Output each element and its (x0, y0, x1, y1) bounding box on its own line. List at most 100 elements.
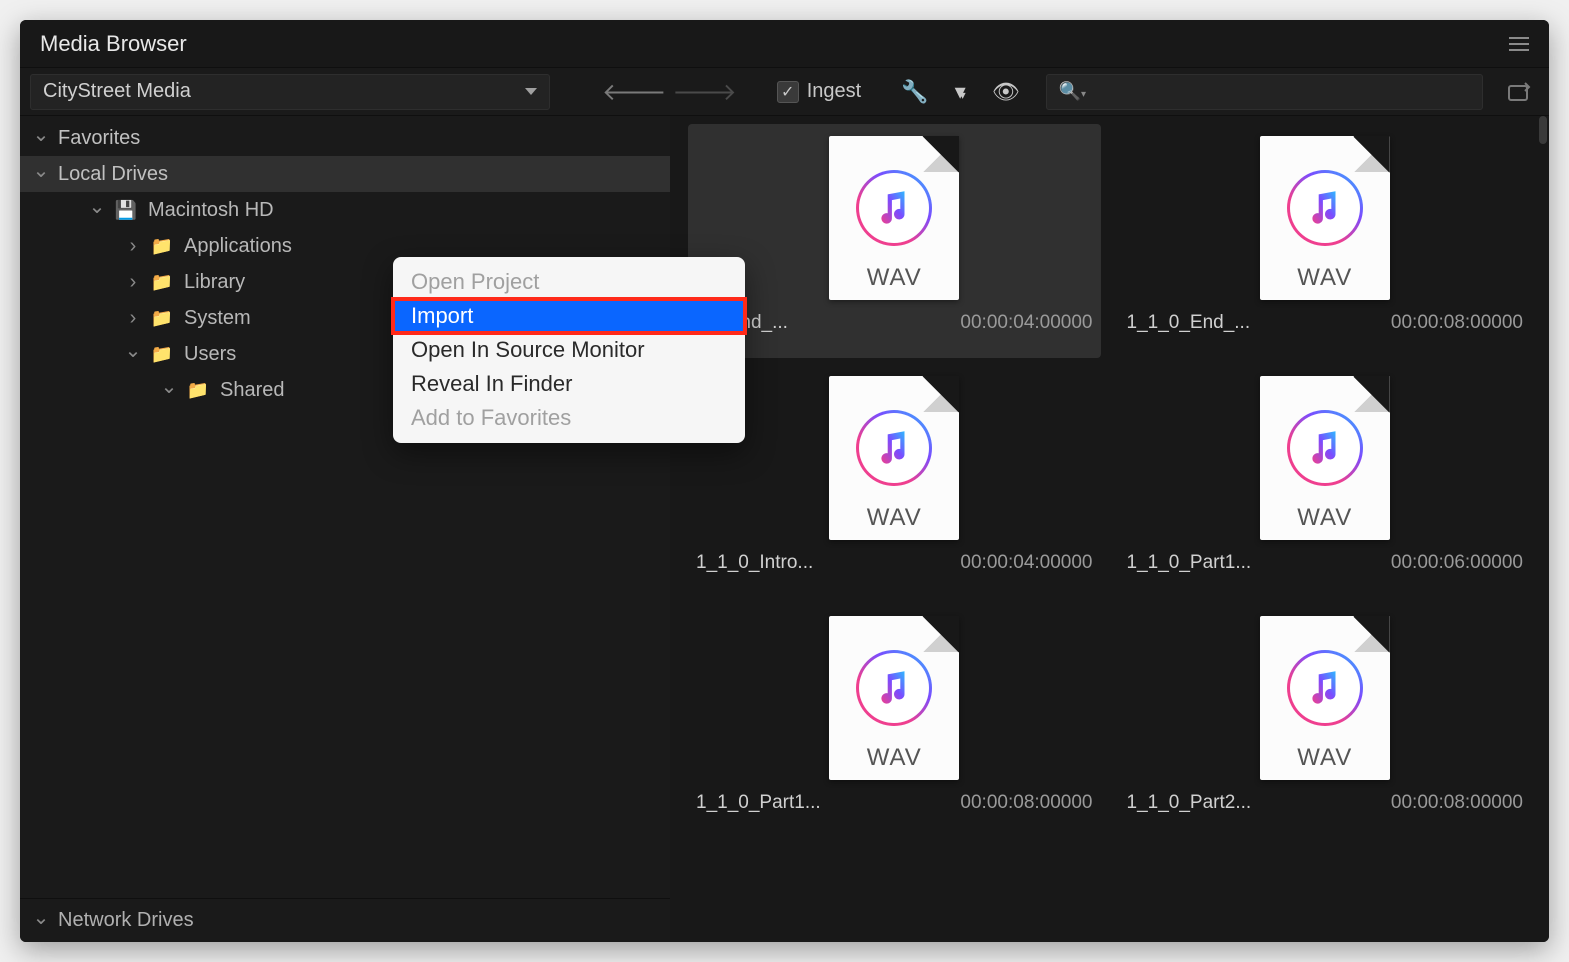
file-duration: 00:00:04:00000 (960, 312, 1092, 334)
file-thumb[interactable]: WAV 1_1_0_Part1... 00:00:06:00000 (1119, 364, 1532, 598)
disclosure-icon[interactable] (162, 380, 176, 400)
ingest-checkbox-icon[interactable]: ✓ (777, 81, 799, 103)
file-name: 1_1_0_Part1... (1127, 552, 1252, 574)
new-bin-icon[interactable] (1505, 79, 1533, 105)
disclosure-icon[interactable] (126, 344, 140, 364)
thumb-meta: 1_1_0_Part1... 00:00:08:00000 (688, 788, 1101, 814)
ctx-open-project: Open Project (393, 265, 745, 299)
music-note-icon (856, 410, 932, 486)
folder-icon: 📁 (150, 344, 174, 364)
titlebar: Media Browser (20, 20, 1549, 68)
thumb-iconbox: WAV (1240, 368, 1410, 548)
file-name: 1_1_0_Part2... (1127, 792, 1252, 814)
folder-icon: 📁 (186, 380, 210, 400)
path-dropdown[interactable]: CityStreet Media (30, 74, 550, 110)
nav-back-icon[interactable]: 🡐 (602, 77, 666, 107)
thumb-meta: 1_1_0_Part1... 00:00:06:00000 (1119, 548, 1532, 574)
file-thumb[interactable]: WAV 1_1_0_End_...00:00:08:00000 (1119, 124, 1532, 358)
thumbnail-grid[interactable]: WAV _0_End_...00:00:04:00000 WAV 1_1_0_End_… (670, 116, 1549, 942)
drive-icon: 💾 (114, 200, 138, 220)
file-duration: 00:00:08:00000 (1391, 792, 1523, 814)
toolbar: CityStreet Media 🡐 🡒 ✓ Ingest 🔧 ▾▾ 👁 🔍▾ (20, 68, 1549, 116)
thumb-iconbox: WAV (809, 128, 979, 308)
disclosure-icon[interactable] (34, 164, 48, 184)
nav-forward-icon[interactable]: 🡒 (672, 77, 736, 107)
ctx-add-to-favorites: Add to Favorites (393, 401, 745, 435)
file-name: 1_1_0_Intro... (696, 552, 813, 574)
main-split: Favorites Local Drives 💾 Macintosh HD 📁 … (20, 116, 1549, 942)
tree-label: Library (184, 271, 245, 294)
tree-favorites[interactable]: Favorites (20, 120, 670, 156)
music-note-icon (1287, 170, 1363, 246)
tree-label: Macintosh HD (148, 199, 274, 222)
file-thumb[interactable]: WAV 1_1_0_Part1... 00:00:08:00000 (688, 604, 1101, 838)
ingest-label: Ingest (807, 80, 861, 103)
ctx-import[interactable]: Import (393, 299, 745, 333)
wav-file-icon: WAV (1260, 376, 1390, 540)
folder-icon: 📁 (150, 308, 174, 328)
chevron-down-icon (525, 88, 537, 95)
thumb-meta: 1_1_0_Part2... 00:00:08:00000 (1119, 788, 1532, 814)
search-icon: 🔍▾ (1059, 81, 1086, 102)
tree-local-drives[interactable]: Local Drives (20, 156, 670, 192)
file-thumb[interactable]: WAV _0_End_...00:00:04:00000 (688, 124, 1101, 358)
file-name: 1_1_0_Part1... (696, 792, 821, 814)
ctx-open-source-monitor[interactable]: Open In Source Monitor (393, 333, 745, 367)
file-ext-label: WAV (1297, 264, 1352, 292)
nav-arrows: 🡐 🡒 (602, 77, 737, 107)
path-dropdown-label: CityStreet Media (43, 80, 191, 103)
eye-icon[interactable]: 👁 (992, 79, 1020, 105)
file-duration: 00:00:08:00000 (960, 792, 1092, 814)
thumb-meta: 1_1_0_Intro...00:00:04:00000 (688, 548, 1101, 574)
tree-label: Applications (184, 235, 292, 258)
file-name: 1_1_0_End_... (1127, 312, 1251, 334)
thumb-iconbox: WAV (1240, 128, 1410, 308)
ingest-toggle[interactable]: ✓ Ingest (777, 80, 861, 103)
disclosure-icon[interactable] (126, 235, 140, 258)
tree-label: Network Drives (58, 909, 194, 932)
panel-title: Media Browser (40, 31, 187, 57)
search-input[interactable]: 🔍▾ (1046, 74, 1483, 110)
tree-label: Users (184, 343, 236, 366)
disclosure-icon[interactable] (34, 128, 48, 148)
scrollbar[interactable] (1539, 116, 1547, 144)
thumb-meta: _0_End_...00:00:04:00000 (688, 308, 1101, 334)
tool-icons: 🔧 ▾▾ 👁 (901, 79, 1019, 105)
ctx-reveal-in-finder[interactable]: Reveal In Finder (393, 367, 745, 401)
panel-menu-icon[interactable] (1509, 37, 1529, 51)
media-browser-window: Media Browser CityStreet Media 🡐 🡒 ✓ Ing… (20, 20, 1549, 942)
disclosure-icon[interactable] (126, 307, 140, 330)
thumb-meta: 1_1_0_End_...00:00:08:00000 (1119, 308, 1532, 334)
wrench-icon[interactable]: 🔧 (901, 79, 928, 105)
disclosure-icon[interactable] (34, 911, 48, 931)
music-note-icon (1287, 650, 1363, 726)
file-ext-label: WAV (867, 264, 922, 292)
wav-file-icon: WAV (1260, 136, 1390, 300)
file-duration: 00:00:06:00000 (1391, 552, 1523, 574)
file-thumb[interactable]: WAV 1_1_0_Part2... 00:00:08:00000 (1119, 604, 1532, 838)
wav-file-icon: WAV (829, 616, 959, 780)
wav-file-icon: WAV (829, 136, 959, 300)
disclosure-icon[interactable] (90, 200, 104, 220)
file-ext-label: WAV (867, 744, 922, 772)
music-note-icon (856, 170, 932, 246)
context-menu: Open Project Import Open In Source Monit… (393, 257, 745, 443)
filter-icon[interactable]: ▾▾ (955, 79, 966, 105)
thumb-iconbox: WAV (809, 608, 979, 788)
wav-file-icon: WAV (829, 376, 959, 540)
music-note-icon (1287, 410, 1363, 486)
folder-icon: 📁 (150, 236, 174, 256)
music-note-icon (856, 650, 932, 726)
sidebar: Favorites Local Drives 💾 Macintosh HD 📁 … (20, 116, 670, 942)
disclosure-icon[interactable] (126, 271, 140, 294)
tree-macintosh-hd[interactable]: 💾 Macintosh HD (20, 192, 670, 228)
file-ext-label: WAV (867, 504, 922, 532)
file-thumb[interactable]: WAV 1_1_0_Intro...00:00:04:00000 (688, 364, 1101, 598)
thumb-iconbox: WAV (1240, 608, 1410, 788)
tree-network-drives[interactable]: Network Drives (20, 898, 670, 942)
tree-label: Favorites (58, 127, 140, 150)
file-ext-label: WAV (1297, 744, 1352, 772)
folder-tree: Favorites Local Drives 💾 Macintosh HD 📁 … (20, 116, 670, 898)
thumb-iconbox: WAV (809, 368, 979, 548)
wav-file-icon: WAV (1260, 616, 1390, 780)
